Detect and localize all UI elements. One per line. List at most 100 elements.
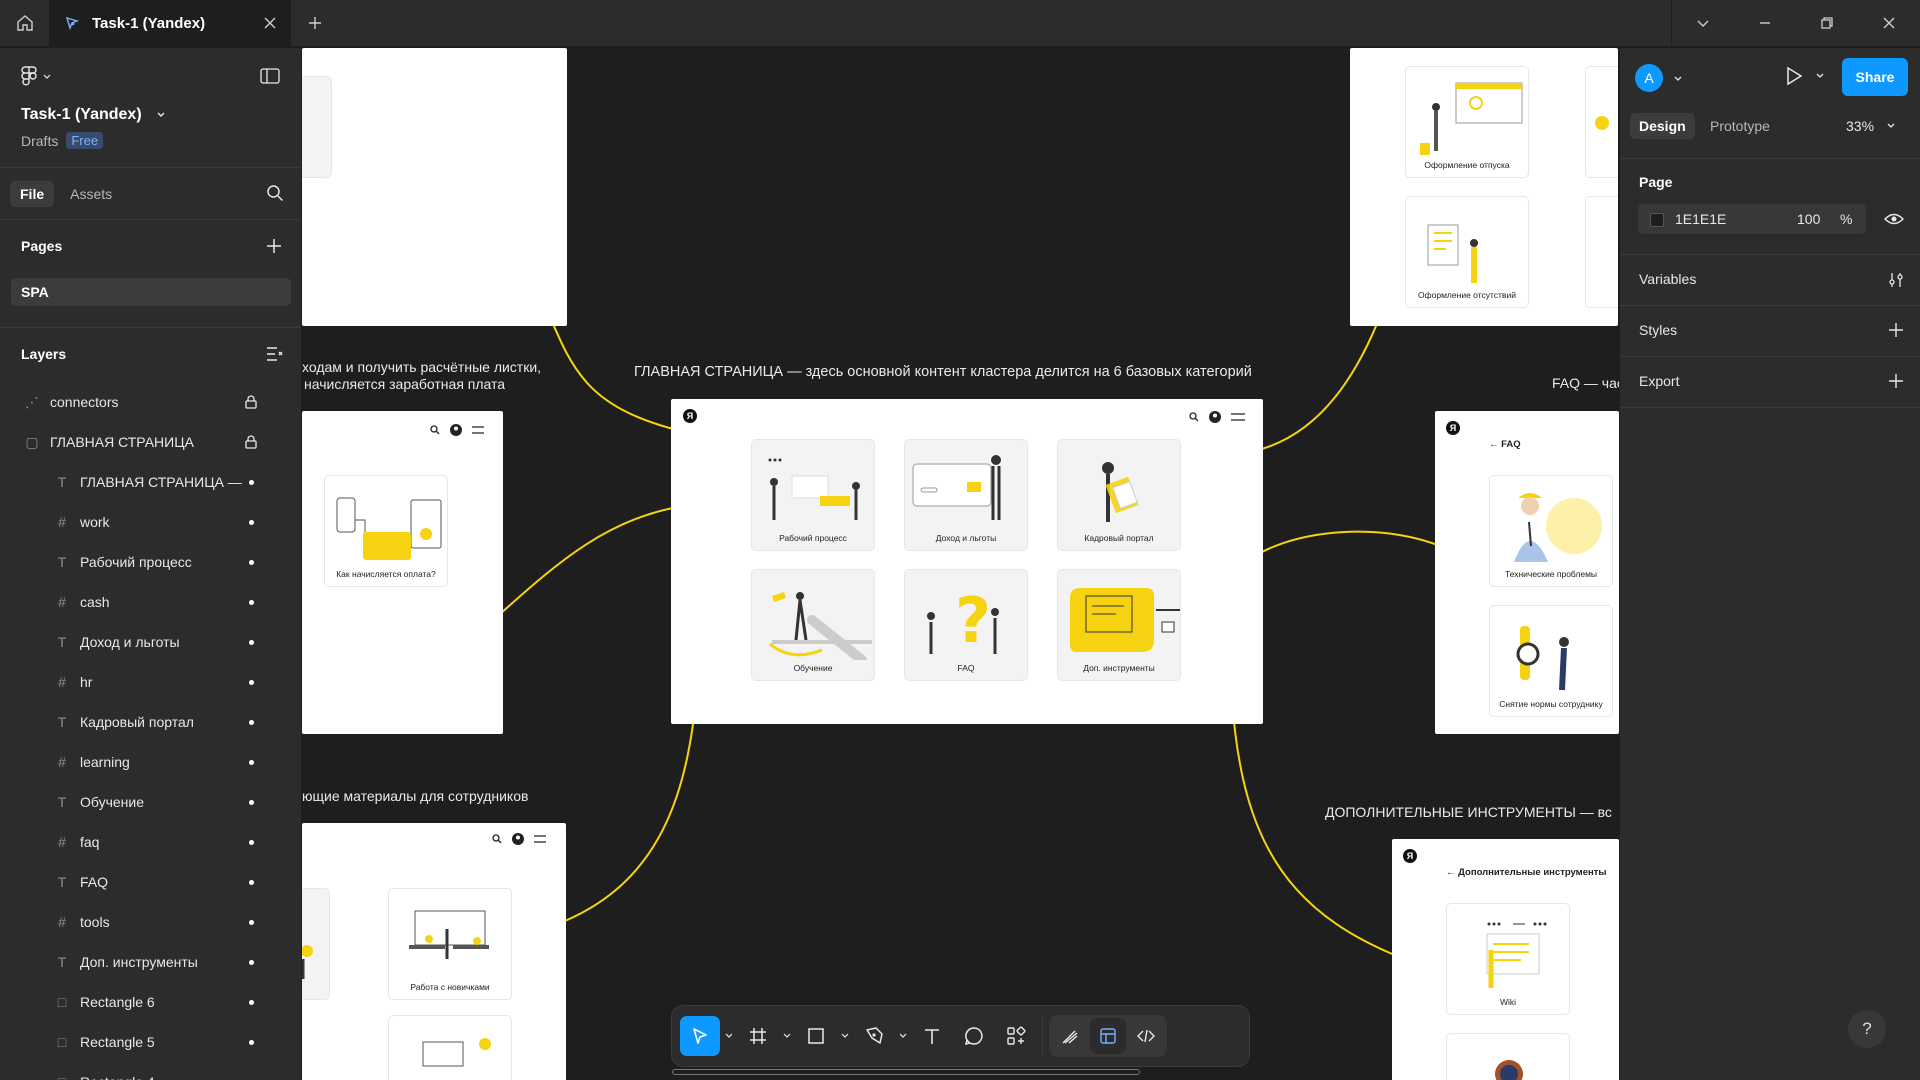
- card-lower-partial[interactable]: [388, 1015, 512, 1080]
- layer-row[interactable]: □ Rectangle 6: [0, 982, 301, 1022]
- frame-top-left[interactable]: [302, 48, 567, 326]
- search-icon[interactable]: [1189, 412, 1199, 422]
- frame-learning[interactable]: Работа с новичками: [302, 823, 566, 1080]
- card-hr-partial-2[interactable]: [1585, 196, 1618, 308]
- project-folder[interactable]: Drafts: [21, 133, 58, 149]
- pen-tool-menu[interactable]: [896, 1033, 910, 1039]
- card-tools-lower[interactable]: [1446, 1033, 1570, 1080]
- card-tools[interactable]: Доп. инструменты: [1057, 569, 1181, 681]
- search-layers-button[interactable]: [266, 184, 284, 207]
- export-heading[interactable]: Export: [1639, 373, 1679, 389]
- text-tool[interactable]: [912, 1016, 952, 1056]
- design-mode-button[interactable]: [1090, 1018, 1126, 1054]
- variables-adjust-icon[interactable]: [1888, 272, 1904, 288]
- layer-row[interactable]: T FAQ: [0, 862, 301, 902]
- frame-hr[interactable]: Оформление отпуска Оформление отсутствий: [1350, 48, 1618, 326]
- close-tab-icon[interactable]: [263, 16, 277, 30]
- card-hr-partial[interactable]: [1585, 66, 1618, 178]
- close-window-button[interactable]: [1858, 0, 1920, 46]
- home-button[interactable]: [0, 0, 50, 46]
- card-learning[interactable]: Обучение: [751, 569, 875, 681]
- layer-row[interactable]: T Доп. инструменты: [0, 942, 301, 982]
- pen-tool[interactable]: [854, 1016, 894, 1056]
- avatar[interactable]: A: [1635, 64, 1663, 92]
- layer-row[interactable]: T ГЛАВНАЯ СТРАНИЦА —: [0, 462, 301, 502]
- card-faq[interactable]: ? FAQ: [904, 569, 1028, 681]
- menu-icon[interactable]: [1231, 412, 1245, 422]
- tab-file[interactable]: File: [10, 180, 55, 207]
- card-wiki[interactable]: Wiki: [1446, 903, 1570, 1015]
- card-newbie[interactable]: Работа с новичками: [388, 888, 512, 1000]
- frame-faq[interactable]: Я ← FAQ Технические проблемы Снятие норм…: [1435, 411, 1619, 734]
- lock-icon[interactable]: [245, 395, 257, 409]
- restore-button[interactable]: [1796, 0, 1858, 46]
- frame-tools[interactable]: Я ← Дополнительные инструменты Wiki: [1392, 839, 1619, 1080]
- profile-icon[interactable]: [1209, 411, 1221, 423]
- toggle-sidebar-button[interactable]: [260, 68, 280, 89]
- page-color-field[interactable]: 1E1E1E 100 %: [1638, 204, 1866, 234]
- layer-row[interactable]: # learning: [0, 742, 301, 782]
- layer-row[interactable]: □ Rectangle 4: [0, 1062, 301, 1080]
- layer-row[interactable]: □ Rectangle 5: [0, 1022, 301, 1062]
- collapse-layers-button[interactable]: [266, 346, 284, 367]
- card-norm[interactable]: Снятие нормы сотруднику: [1489, 605, 1613, 717]
- file-tab[interactable]: Task-1 (Yandex): [50, 0, 292, 46]
- zoom-control[interactable]: 33%: [1846, 113, 1896, 139]
- page-opacity[interactable]: 100: [1797, 211, 1820, 227]
- add-page-button[interactable]: [266, 238, 282, 259]
- card-work[interactable]: Рабочий процесс: [751, 439, 875, 551]
- styles-heading[interactable]: Styles: [1639, 322, 1677, 338]
- tab-assets[interactable]: Assets: [60, 181, 122, 207]
- page-color-swatch[interactable]: [1650, 213, 1664, 227]
- resources-tool[interactable]: [996, 1016, 1036, 1056]
- plus-icon[interactable]: [1888, 373, 1904, 389]
- layer-row[interactable]: ▢ ГЛАВНАЯ СТРАНИЦА: [0, 422, 301, 462]
- card-pay[interactable]: Как начисляется оплата?: [324, 475, 448, 587]
- back-arrow-icon[interactable]: ←: [1489, 439, 1501, 450]
- page-color-hex[interactable]: 1E1E1E: [1675, 211, 1726, 227]
- shape-tool-menu[interactable]: [838, 1033, 852, 1039]
- comment-tool[interactable]: [954, 1016, 994, 1056]
- new-tab-button[interactable]: [292, 0, 338, 46]
- back-arrow-icon[interactable]: ←: [1446, 867, 1458, 878]
- layer-row[interactable]: # faq: [0, 822, 301, 862]
- variables-heading[interactable]: Variables: [1639, 271, 1696, 287]
- card-hr[interactable]: Кадровый портал: [1057, 439, 1181, 551]
- card-vacation[interactable]: Оформление отпуска: [1405, 66, 1529, 178]
- layer-row[interactable]: # tools: [0, 902, 301, 942]
- tabs-dropdown-button[interactable]: [1672, 0, 1734, 46]
- draw-mode-button[interactable]: [1052, 1018, 1088, 1054]
- card-cash[interactable]: Доход и льготы: [904, 439, 1028, 551]
- eye-icon[interactable]: [1884, 212, 1904, 226]
- share-button[interactable]: Share: [1842, 58, 1908, 96]
- dev-mode-button[interactable]: [1128, 1018, 1164, 1054]
- card-learning-partial[interactable]: [302, 888, 330, 1000]
- lock-icon[interactable]: [245, 435, 257, 449]
- tab-prototype[interactable]: Prototype: [1701, 113, 1779, 139]
- help-button[interactable]: ?: [1848, 1010, 1886, 1048]
- layer-row[interactable]: # work: [0, 502, 301, 542]
- layer-row[interactable]: # cash: [0, 582, 301, 622]
- main-menu-button[interactable]: [21, 66, 51, 86]
- frame-cash[interactable]: Как начисляется оплата?: [302, 411, 503, 734]
- card-absence[interactable]: Оформление отсутствий: [1405, 196, 1529, 308]
- shape-tool[interactable]: [796, 1016, 836, 1056]
- move-tool-menu[interactable]: [722, 1033, 736, 1039]
- plus-icon[interactable]: [1888, 322, 1904, 338]
- layer-row[interactable]: T Кадровый портал: [0, 702, 301, 742]
- page-item-spa[interactable]: SPA: [11, 278, 291, 306]
- frame-main-page[interactable]: Я Рабочий процесс Доход и льготы Кадровы…: [671, 399, 1263, 724]
- frame-tool-menu[interactable]: [780, 1033, 794, 1039]
- layer-row[interactable]: ⋰ connectors: [0, 382, 301, 422]
- minimize-button[interactable]: [1734, 0, 1796, 46]
- layer-row[interactable]: T Обучение: [0, 782, 301, 822]
- chevron-down-icon[interactable]: [1673, 75, 1683, 83]
- layer-row[interactable]: T Рабочий процесс: [0, 542, 301, 582]
- layer-row[interactable]: T Доход и льготы: [0, 622, 301, 662]
- frame-tool[interactable]: [738, 1016, 778, 1056]
- tab-design[interactable]: Design: [1630, 113, 1695, 139]
- layer-row[interactable]: # hr: [0, 662, 301, 702]
- project-title[interactable]: Task-1 (Yandex): [21, 106, 166, 124]
- canvas-horizontal-scrollbar[interactable]: [672, 1069, 1140, 1075]
- card-tech[interactable]: Технические проблемы: [1489, 475, 1613, 587]
